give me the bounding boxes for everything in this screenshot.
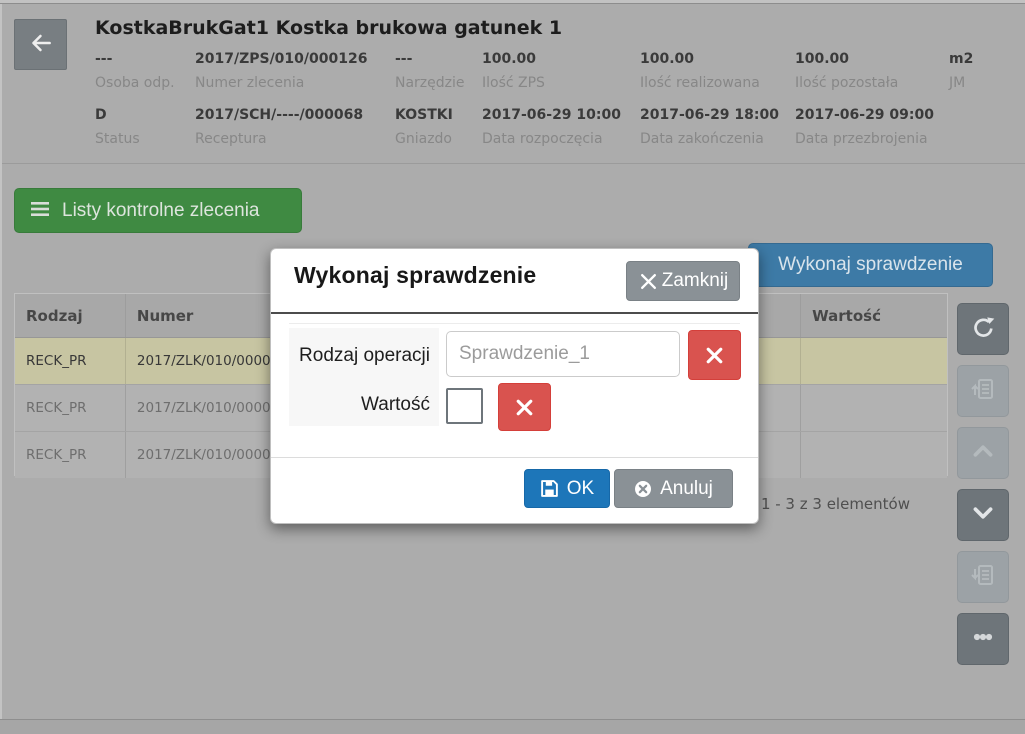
- ellipsis-icon: [969, 623, 997, 655]
- cell-wartosc: [801, 338, 947, 384]
- cancel-button-label: Anuluj: [660, 477, 713, 499]
- cell-rodzaj: RECK_PR: [15, 338, 126, 384]
- field-gniazdo-label: Gniazdo: [395, 131, 452, 147]
- document-up-icon: [969, 375, 997, 407]
- field-data-przezbrojenia-value: 2017-06-29 09:00: [795, 107, 934, 123]
- field-status-label: Status: [95, 131, 140, 147]
- close-dialog-button[interactable]: Zamknij: [626, 261, 740, 301]
- save-icon: [540, 479, 559, 498]
- field-data-rozpoczecia-value: 2017-06-29 10:00: [482, 107, 621, 123]
- ok-button-label: OK: [566, 477, 595, 499]
- perform-check-button[interactable]: Wykonaj sprawdzenie: [748, 243, 993, 287]
- cell-rodzaj: RECK_PR: [15, 432, 126, 478]
- dialog-footer-divider: [271, 457, 758, 458]
- field-ilosc-realizowana-value: 100.00: [640, 51, 695, 67]
- field-ilosc-pozostala-value: 100.00: [795, 51, 850, 67]
- field-ilosc-zps-label: Ilość ZPS: [482, 75, 545, 91]
- field-numer-zlecenia-value: 2017/ZPS/010/000126: [195, 51, 368, 67]
- move-up-button[interactable]: [957, 427, 1009, 479]
- field-jm-label: JM: [949, 75, 966, 91]
- x-icon: [513, 396, 536, 419]
- field-narzedzie-label: Narzędzie: [395, 75, 465, 91]
- field-ilosc-zps-value: 100.00: [482, 51, 537, 67]
- field-ilosc-realizowana-label: Ilość realizowana: [640, 75, 760, 91]
- field-data-przezbrojenia-label: Data przezbrojenia: [795, 131, 928, 147]
- chevron-down-icon: [970, 500, 996, 530]
- column-header-wartosc[interactable]: Wartość: [801, 294, 947, 337]
- field-jm-value: m2: [949, 51, 974, 67]
- column-header-rodzaj[interactable]: Rodzaj: [15, 294, 126, 337]
- footer-bar: [0, 719, 1025, 734]
- dialog-header-divider: [271, 312, 758, 314]
- hamburger-icon: [30, 201, 50, 221]
- checklists-button-label: Listy kontrolne zlecenia: [62, 199, 260, 221]
- ok-button[interactable]: OK: [524, 469, 610, 508]
- x-icon: [703, 344, 726, 367]
- clear-value-button[interactable]: [498, 383, 551, 431]
- field-gniazdo-value: KOSTKI: [395, 107, 453, 123]
- arrow-left-icon: [27, 29, 55, 61]
- document-up-button[interactable]: [957, 365, 1009, 417]
- perform-check-button-label: Wykonaj sprawdzenie: [778, 254, 963, 275]
- cancel-button[interactable]: Anuluj: [614, 469, 733, 508]
- value-label: Wartość: [361, 393, 430, 415]
- field-receptura-label: Receptura: [195, 131, 267, 147]
- close-dialog-button-label: Zamknij: [661, 270, 729, 291]
- refresh-icon: [970, 314, 997, 345]
- field-numer-zlecenia-label: Numer zlecenia: [195, 75, 305, 91]
- document-down-button[interactable]: [957, 551, 1009, 603]
- chevron-up-icon: [970, 438, 996, 468]
- ban-circle-icon: [634, 480, 652, 498]
- field-ilosc-pozostala-label: Ilość pozostała: [795, 75, 899, 91]
- move-down-button[interactable]: [957, 489, 1009, 541]
- operation-type-label: Rodzaj operacji: [299, 344, 430, 366]
- cell-wartosc: [801, 432, 947, 478]
- field-status-value: D: [95, 107, 107, 123]
- field-data-zakonczenia-label: Data zakończenia: [640, 131, 764, 147]
- cell-wartosc: [801, 385, 947, 431]
- cell-rodzaj: RECK_PR: [15, 385, 126, 431]
- refresh-button[interactable]: [957, 303, 1009, 355]
- field-data-zakonczenia-value: 2017-06-29 18:00: [640, 107, 779, 123]
- clear-operation-type-button[interactable]: [688, 330, 741, 380]
- field-osoba-odp-value: ---: [95, 51, 113, 67]
- more-options-button[interactable]: [957, 613, 1009, 665]
- field-osoba-odp-label: Osoba odp.: [95, 75, 175, 91]
- document-down-icon: [969, 561, 997, 593]
- operation-type-input[interactable]: [446, 331, 680, 377]
- field-receptura-value: 2017/SCH/----/000068: [195, 107, 364, 123]
- perform-check-dialog: Wykonaj sprawdzenie Zamknij Rodzaj opera…: [270, 248, 759, 524]
- page-title: KostkaBrukGat1 Kostka brukowa gatunek 1: [95, 17, 563, 39]
- field-narzedzie-value: ---: [395, 51, 413, 67]
- dialog-title: Wykonaj sprawdzenie: [294, 262, 537, 288]
- back-button[interactable]: [14, 19, 67, 70]
- order-header-panel: KostkaBrukGat1 Kostka brukowa gatunek 1 …: [2, 4, 1025, 164]
- close-icon: [638, 271, 659, 292]
- form-top-divider: [289, 323, 740, 324]
- field-data-rozpoczecia-label: Data rozpoczęcia: [482, 131, 603, 147]
- checklists-button[interactable]: Listy kontrolne zlecenia: [14, 188, 302, 233]
- value-input[interactable]: [446, 388, 483, 424]
